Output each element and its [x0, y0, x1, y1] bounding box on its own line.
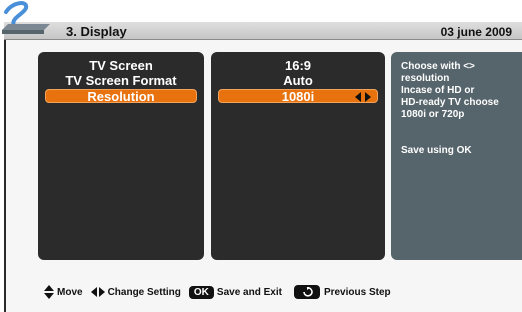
help-panel: Choose with <> resolution Incase of HD o… [391, 52, 522, 260]
help-text: Choose with <> resolution Incase of HD o… [401, 61, 519, 157]
date-display: 03 june 2009 [440, 25, 512, 39]
previous-step-label: Previous Step [323, 286, 391, 298]
back-arrow-icon[interactable] [293, 285, 320, 299]
left-right-arrows-icon[interactable] [355, 91, 371, 103]
setting-label-tv-screen-format[interactable]: TV Screen Format [45, 74, 197, 88]
setting-label-resolution[interactable]: Resolution [45, 89, 197, 104]
ok-key-icon[interactable]: OK [188, 285, 214, 299]
help-save-line: Save using OK [401, 145, 472, 156]
left-right-arrows-icon [90, 287, 105, 297]
footer-legend: Move Change Setting OK Save and Exit Pre… [44, 283, 399, 301]
help-line: resolution [401, 73, 450, 84]
swoosh-logo-icon [2, 1, 50, 34]
up-down-arrows-icon [44, 285, 54, 299]
settings-values-panel: 16:9 Auto 1080i [211, 52, 385, 260]
setting-label-tv-screen[interactable]: TV Screen [45, 59, 197, 73]
setting-value-resolution-row[interactable]: 1080i [218, 89, 378, 104]
help-line: Incase of HD or [401, 85, 475, 96]
header-bar: 3. Display 03 june 2009 [4, 22, 522, 40]
settings-labels-panel: TV Screen TV Screen Format Resolution [38, 52, 204, 260]
setting-value-tv-screen-format[interactable]: Auto [218, 74, 378, 88]
setting-value-resolution: 1080i [281, 89, 315, 104]
setting-value-tv-screen[interactable]: 16:9 [218, 59, 378, 73]
change-setting-label: Change Setting [107, 286, 181, 298]
save-and-exit-label: Save and Exit [216, 286, 282, 298]
page-title: 3. Display [66, 24, 127, 39]
help-line: Choose with <> [401, 61, 475, 72]
help-line: 1080i or 720p [401, 109, 465, 120]
move-label: Move [57, 286, 83, 298]
help-line: HD-ready TV choose [401, 97, 499, 108]
